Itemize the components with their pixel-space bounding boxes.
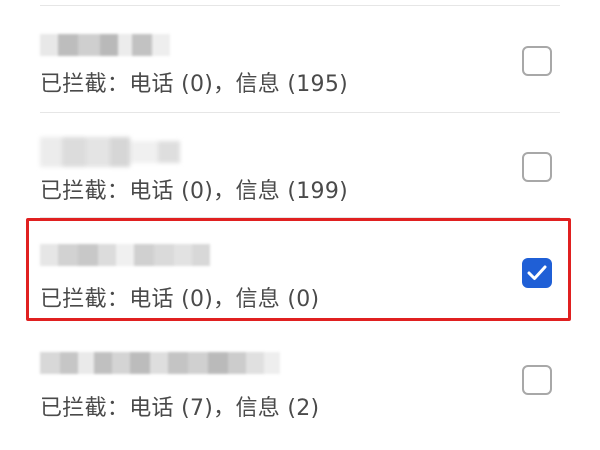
blocked-summary: 已拦截：电话 (0)，信息 (195) [40, 72, 349, 97]
select-checkbox-checked[interactable] [522, 258, 552, 288]
select-checkbox[interactable] [522, 46, 552, 76]
blocked-summary: 已拦截：电话 (7)，信息 (2) [40, 396, 320, 421]
select-checkbox[interactable] [522, 152, 552, 182]
list-item[interactable]: 已拦截：电话 (7)，信息 (2) [0, 328, 600, 435]
redacted-phone-number [40, 135, 180, 169]
blocked-numbers-screen: 已拦截：电话 (0)，信息 (195) 已拦截：电话 (0)，信息 (199) [0, 0, 600, 450]
list-item[interactable]: 已拦截：电话 (0)，信息 (199) [0, 113, 600, 220]
checkmark-icon [527, 265, 547, 280]
list-item[interactable]: 已拦截：电话 (0)，信息 (195) [0, 6, 600, 113]
blocked-summary: 已拦截：电话 (0)，信息 (0) [40, 287, 320, 312]
redacted-phone-number [40, 242, 210, 268]
list-item[interactable]: 已拦截：电话 (0)，信息 (0) [0, 218, 600, 325]
redacted-phone-number [40, 32, 170, 58]
redacted-phone-number [40, 350, 280, 376]
blocked-summary: 已拦截：电话 (0)，信息 (199) [40, 179, 349, 204]
select-checkbox[interactable] [522, 365, 552, 395]
